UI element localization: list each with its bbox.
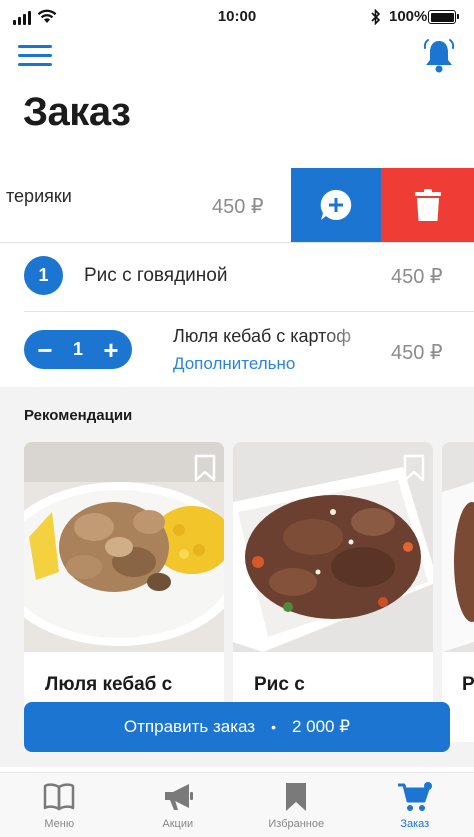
separator-dot: • — [271, 719, 276, 735]
megaphone-icon — [164, 784, 193, 810]
battery-icon — [428, 10, 459, 24]
bell-icon[interactable] — [422, 38, 456, 74]
bottom-tab-bar: Меню Акции Избранное Заказ — [0, 772, 474, 837]
card-title: Рис с — [254, 674, 305, 695]
dish-photo — [442, 442, 474, 652]
order-item-name: Люля кебаб с картоф — [173, 326, 352, 346]
order-item-price: 450 ₽ — [391, 342, 443, 364]
tab-label: Избранное — [268, 818, 325, 830]
trash-icon — [414, 189, 441, 221]
book-icon — [44, 783, 75, 811]
tab-menu[interactable]: Меню — [0, 773, 119, 837]
order-item[interactable]: 1 Рис с говядиной 450 ₽ — [0, 243, 474, 311]
order-item-name: Рис с говядиной — [84, 265, 228, 286]
page-title: Заказ — [23, 90, 131, 134]
quantity-value: 1 — [72, 339, 83, 359]
hamburger-menu-icon[interactable] — [18, 45, 52, 69]
submit-label: Отправить заказ — [123, 717, 256, 736]
bluetooth-icon — [371, 9, 381, 25]
quantity-badge[interactable]: 1 — [24, 256, 63, 295]
quantity-stepper[interactable]: − 1 + — [24, 330, 132, 369]
delete-item-button[interactable] — [381, 168, 474, 242]
tab-order[interactable]: Заказ — [356, 773, 474, 837]
card-title: Р — [462, 674, 474, 695]
battery-percent: 100% — [389, 8, 428, 25]
card-title: Люля кебаб с — [45, 674, 173, 695]
status-bar: 10:00 100% — [0, 0, 474, 34]
extras-link[interactable]: Дополнительно — [173, 354, 383, 374]
tab-label: Меню — [44, 818, 75, 830]
tab-favorites[interactable]: Избранное — [237, 773, 356, 837]
bookmark-icon[interactable] — [194, 454, 216, 482]
add-comment-button[interactable] — [291, 168, 381, 242]
bookmark-icon — [286, 783, 307, 811]
recommendations-title: Рекомендации — [24, 407, 133, 424]
tab-promotions[interactable]: Акции — [119, 773, 238, 837]
cart-icon — [397, 782, 432, 811]
order-total: 2 000 ₽ — [291, 717, 351, 736]
order-item-swiped[interactable]: терияки 450 ₽ — [0, 168, 474, 242]
order-item[interactable]: − 1 + Люля кебаб с картоф Дополнительно … — [0, 312, 474, 386]
increase-button[interactable]: + — [100, 337, 122, 363]
recommendation-card[interactable]: Люля кебаб с — [24, 442, 224, 742]
decrease-button[interactable]: − — [34, 337, 56, 363]
submit-order-button[interactable]: Отправить заказ • 2 000 ₽ — [24, 702, 450, 752]
order-item-name: терияки — [6, 186, 72, 206]
tab-label: Акции — [162, 818, 194, 830]
bookmark-icon[interactable] — [403, 454, 425, 482]
comment-plus-icon — [320, 189, 352, 220]
order-item-price: 450 ₽ — [212, 196, 264, 218]
order-item-price: 450 ₽ — [391, 266, 443, 288]
recommendation-card[interactable]: Р — [442, 442, 474, 742]
recommendation-card[interactable]: Рис с — [233, 442, 433, 742]
tab-label: Заказ — [400, 818, 430, 830]
